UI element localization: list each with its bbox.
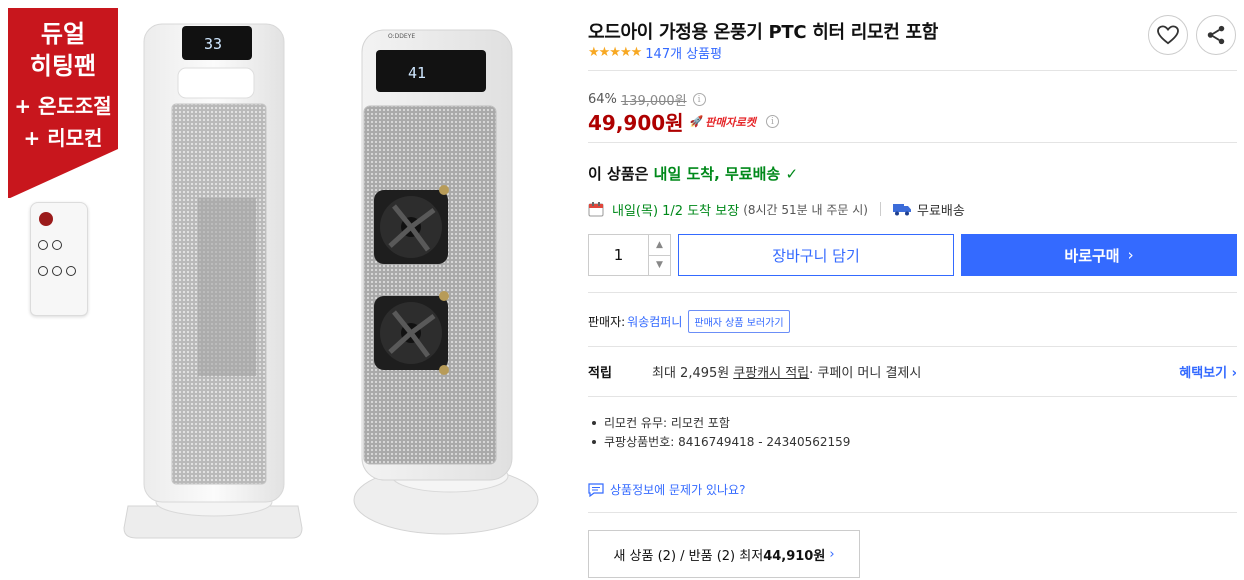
report-issue-link[interactable]: 상품정보에 문제가 있나요? (588, 481, 745, 498)
list-item: 리모컨 유무: 리모컨 포함 (588, 413, 850, 432)
remote-control-image (30, 202, 88, 316)
other-sellers-text: 새 상품 (2) / 반품 (2) 최저 (613, 548, 764, 564)
delivery-info-row: 내일(목) 1/2 도착 보장 (8시간 51분 내 주문 시) 무료배송 (588, 198, 1237, 220)
bullet-icon (592, 420, 596, 425)
share-icon (1207, 25, 1225, 45)
review-count-link[interactable]: 147개 상품평 (645, 43, 722, 62)
remote-button-icon (52, 266, 62, 276)
points-amount: 최대 2,495원 (652, 366, 730, 381)
seller-products-button[interactable]: 판매자 상품 보러가기 (688, 310, 790, 333)
delivery-headline-highlight: 내일 도착, 무료배송 (653, 165, 781, 183)
quantity-down-icon[interactable]: ▼ (649, 254, 670, 276)
heart-icon (1157, 25, 1179, 45)
badge-line: + 리모컨 (23, 126, 103, 150)
badge-line: 히팅팬 (29, 52, 97, 80)
quantity-stepper[interactable]: 1 ▲ ▼ (588, 234, 671, 276)
message-icon (588, 482, 604, 497)
points-label: 적립 (588, 366, 612, 381)
chevron-right-icon: › (1127, 246, 1134, 264)
rocket-label: 판매자로켓 (705, 115, 756, 129)
divider (588, 292, 1237, 293)
buy-now-label: 바로구매 (1064, 246, 1120, 265)
divider (588, 512, 1237, 513)
points-condition: · 쿠페이 머니 결제시 (809, 366, 922, 381)
calendar-icon (588, 202, 604, 217)
seller-rocket-badge: 🚀 판매자로켓 (690, 114, 756, 130)
remote-button-icon (38, 266, 48, 276)
divider (880, 202, 881, 216)
sale-price-row: 49,900원 🚀 판매자로켓 i (588, 107, 779, 136)
product-title: 오드아이 가정용 온풍기 PTC 히터 리모컨 포함 (588, 22, 938, 43)
coupang-cash-link[interactable]: 쿠팡캐시 적립 (733, 362, 809, 381)
heater-display-value: 33 (204, 35, 222, 53)
share-button[interactable] (1196, 15, 1236, 55)
heater-side-fan-image: O:DDEYE 41 (353, 29, 539, 535)
product-image-gallery[interactable]: 듀얼 히팅팬 + 온도조절 + 리모컨 33 O:DDEYE 41 (0, 0, 570, 580)
badge-line: 듀얼 (40, 20, 86, 48)
quantity-input[interactable]: 1 (589, 235, 648, 275)
product-rating[interactable]: ★★★★★ 147개 상품평 (588, 43, 722, 62)
product-info-panel: 오드아이 가정용 온풍기 PTC 히터 리모컨 포함 ★★★★★ 147개 상품… (588, 0, 1238, 580)
chevron-right-icon: › (829, 546, 835, 562)
feature-badge: 듀얼 히팅팬 + 온도조절 + 리모컨 (8, 8, 118, 199)
rocket-info-icon[interactable]: i (765, 115, 779, 128)
arrival-guarantee: 내일(목) 1/2 도착 보장 (612, 203, 740, 219)
rocket-icon: 🚀 (689, 115, 704, 128)
quantity-arrows: ▲ ▼ (648, 235, 670, 275)
price-info-icon[interactable]: i (692, 93, 706, 106)
divider (588, 70, 1237, 71)
seller-row: 판매자: 워송컴퍼니 판매자 상품 보러가기 (588, 310, 790, 333)
buy-now-button[interactable]: 바로구매 › (961, 234, 1237, 276)
divider (588, 142, 1237, 143)
spec-remote: 리모컨 유무: 리모컨 포함 (604, 416, 730, 430)
wishlist-button[interactable] (1148, 15, 1188, 55)
truck-icon (893, 204, 911, 216)
delivery-headline-prefix: 이 상품은 (588, 165, 654, 183)
free-shipping-label: 무료배송 (917, 203, 965, 219)
lowest-price: 44,910원 (763, 548, 826, 564)
quantity-up-icon[interactable]: ▲ (649, 235, 670, 255)
bullet-icon (592, 439, 596, 444)
seller-name-link[interactable]: 워송컴퍼니 (627, 313, 682, 330)
remote-button-icon (66, 266, 76, 276)
discount-rate: 64% (588, 92, 617, 107)
divider (588, 346, 1237, 347)
remote-button-icon (38, 240, 48, 250)
rating-stars-icon: ★★★★★ (588, 45, 642, 60)
view-benefits-link[interactable]: 혜택보기 › (1179, 362, 1237, 381)
other-sellers-button[interactable]: 새 상품 (2) / 반품 (2) 최저 44,910원 › (588, 530, 860, 578)
remote-power-button-icon (39, 212, 53, 226)
divider (588, 396, 1237, 397)
list-item: 쿠팡상품번호: 8416749418 - 24340562159 (588, 432, 850, 451)
report-issue-label: 상품정보에 문제가 있나요? (610, 483, 746, 497)
sale-price: 49,900원 (588, 111, 684, 135)
remote-button-icon (52, 240, 62, 250)
order-cutoff: (8시간 51분 내 주문 시) (743, 202, 868, 217)
product-spec-list: 리모컨 유무: 리모컨 포함 쿠팡상품번호: 8416749418 - 2434… (588, 413, 850, 451)
points-row: 적립 최대 2,495원 쿠팡캐시 적립 · 쿠페이 머니 결제시 혜택보기 › (588, 362, 1237, 381)
check-icon: ✓ (785, 165, 799, 183)
badge-line: + 온도조절 (14, 94, 112, 118)
heater-brand-label: O:DDEYE (388, 33, 415, 40)
seller-label: 판매자: (588, 315, 626, 329)
add-to-cart-button[interactable]: 장바구니 담기 (678, 234, 954, 276)
badge-corner-cut (8, 149, 118, 199)
heater-display-value: 41 (408, 64, 426, 82)
heater-front-image: 33 (123, 23, 303, 539)
delivery-headline: 이 상품은 내일 도착, 무료배송 ✓ (588, 163, 798, 184)
spec-product-number: 쿠팡상품번호: 8416749418 - 24340562159 (604, 435, 851, 449)
